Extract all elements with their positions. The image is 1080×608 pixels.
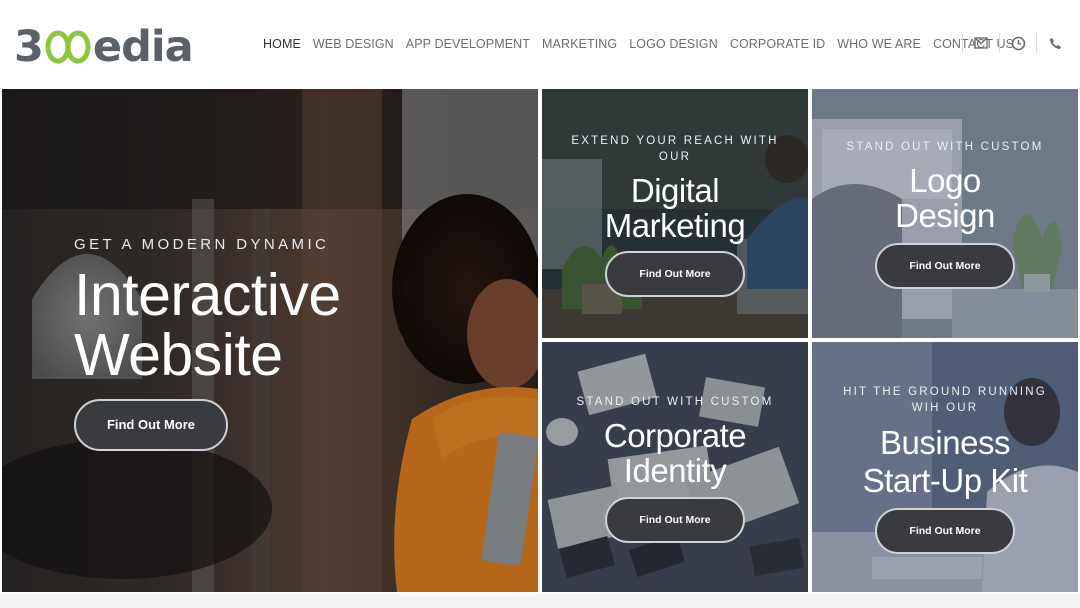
- startup-kit-find-out-more-button[interactable]: Find Out More: [875, 508, 1015, 554]
- clock-icon[interactable]: [1009, 33, 1027, 53]
- page-bottom-strip: [0, 594, 1080, 608]
- envelope-icon[interactable]: [972, 33, 990, 53]
- hero-tile-interactive-website[interactable]: GET A MODERN DYNAMIC Interactive Website…: [2, 89, 538, 592]
- marketing-eyebrow-line2: OUR: [658, 151, 692, 163]
- marketing-eyebrow-line1: EXTEND YOUR REACH WITH: [571, 135, 779, 147]
- nav-divider: [1036, 33, 1037, 53]
- nav-item-home[interactable]: HOME: [263, 37, 301, 51]
- startup-kit-headline-line2: Start-Up Kit: [862, 462, 1028, 499]
- hero-headline-line2: Website: [74, 322, 283, 388]
- header-contact-icons: [962, 33, 1064, 53]
- brand-logo[interactable]: 3 edia: [14, 22, 194, 72]
- corporate-identity-content: STAND OUT WITH CUSTOM Corporate Identity…: [542, 394, 808, 543]
- corporate-identity-headline-line1: Corporate: [603, 417, 747, 454]
- startup-kit-headline-line1: Business: [880, 424, 1010, 461]
- phone-icon[interactable]: [1046, 33, 1064, 53]
- nav-item-web-design[interactable]: WEB DESIGN: [313, 37, 394, 51]
- nav-item-who-we-are[interactable]: WHO WE ARE: [837, 37, 921, 51]
- nav-divider: [962, 33, 963, 53]
- logo-design-headline-line2: Design: [895, 197, 995, 234]
- logo-text-suffix: edia: [92, 22, 194, 72]
- hero-eyebrow: GET A MODERN DYNAMIC: [74, 236, 330, 253]
- startup-kit-content: HIT THE GROUND RUNNING WIH OUR Business …: [812, 384, 1078, 554]
- logo-design-find-out-more-button[interactable]: Find Out More: [875, 243, 1015, 289]
- nav-item-app-development[interactable]: APP DEVELOPMENT: [406, 37, 530, 51]
- logo-loop-mark: [44, 29, 92, 65]
- site-header: 3 edia HOME WEB DESIGN APP DEVELOPMENT M…: [0, 0, 1080, 88]
- tile-digital-marketing[interactable]: EXTEND YOUR REACH WITH OUR Digital Marke…: [542, 89, 808, 338]
- marketing-headline-line2: Marketing: [604, 207, 746, 244]
- tile-logo-design[interactable]: STAND OUT WITH CUSTOM Logo Design Find O…: [812, 89, 1078, 338]
- startup-kit-eyebrow-line1: HIT THE GROUND RUNNING: [843, 386, 1047, 398]
- logo-design-content: STAND OUT WITH CUSTOM Logo Design Find O…: [812, 139, 1078, 289]
- tile-corporate-identity[interactable]: STAND OUT WITH CUSTOM Corporate Identity…: [542, 342, 808, 592]
- nav-divider: [999, 33, 1000, 53]
- marketing-headline-line1: Digital: [630, 172, 720, 209]
- logo-text-prefix: 3: [14, 22, 44, 72]
- startup-kit-headline: Business Start-Up Kit: [812, 424, 1078, 500]
- marketing-eyebrow: EXTEND YOUR REACH WITH OUR: [542, 133, 808, 165]
- hero-find-out-more-button[interactable]: Find Out More: [74, 399, 228, 451]
- corporate-identity-eyebrow: STAND OUT WITH CUSTOM: [576, 396, 774, 408]
- startup-kit-eyebrow-line2: WIH OUR: [911, 402, 979, 414]
- marketing-content: EXTEND YOUR REACH WITH OUR Digital Marke…: [542, 133, 808, 297]
- marketing-headline: Digital Marketing: [542, 173, 808, 243]
- logo-design-headline-line1: Logo: [909, 162, 981, 199]
- marketing-find-out-more-button[interactable]: Find Out More: [605, 251, 745, 297]
- hero-content: GET A MODERN DYNAMIC Interactive Website…: [74, 237, 474, 451]
- logo-design-eyebrow: STAND OUT WITH CUSTOM: [846, 141, 1044, 153]
- tile-business-startup-kit[interactable]: HIT THE GROUND RUNNING WIH OUR Business …: [812, 342, 1078, 592]
- nav-item-marketing[interactable]: MARKETING: [542, 37, 617, 51]
- nav-item-corporate-id[interactable]: CORPORATE ID: [730, 37, 825, 51]
- hero-headline: Interactive Website: [74, 265, 474, 385]
- corporate-identity-headline: Corporate Identity: [542, 418, 808, 488]
- logo-design-headline: Logo Design: [812, 163, 1078, 233]
- hero-headline-line1: Interactive: [74, 262, 341, 328]
- startup-kit-eyebrow: HIT THE GROUND RUNNING WIH OUR: [812, 384, 1078, 416]
- corporate-identity-headline-line2: Identity: [623, 452, 727, 489]
- nav-item-logo-design[interactable]: LOGO DESIGN: [629, 37, 718, 51]
- corporate-identity-find-out-more-button[interactable]: Find Out More: [605, 497, 745, 543]
- main-nav: HOME WEB DESIGN APP DEVELOPMENT MARKETIN…: [263, 37, 1014, 51]
